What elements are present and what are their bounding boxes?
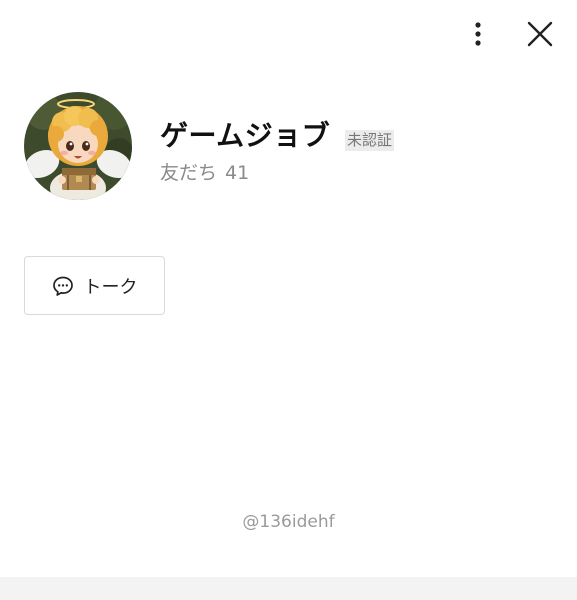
friends-count: 友だち 41	[160, 158, 249, 185]
profile-screen: ゲームジョブ 未認証 友だち 41 トーク @136idehf	[0, 0, 577, 600]
angel-character-avatar	[24, 92, 132, 200]
chat-bubble-icon	[52, 276, 73, 296]
vertical-ellipsis-icon	[475, 22, 481, 46]
close-button[interactable]	[522, 16, 558, 52]
talk-button[interactable]: トーク	[24, 256, 165, 315]
talk-label: トーク	[83, 276, 138, 298]
profile-name: ゲームジョブ	[160, 119, 331, 152]
profile-avatar[interactable]	[24, 92, 132, 200]
user-id: @136idehf	[242, 512, 335, 532]
more-options-button[interactable]	[462, 18, 494, 50]
unverified-badge: 未認証	[345, 130, 395, 151]
friends-label: 友だち	[160, 162, 218, 184]
close-icon	[527, 21, 553, 47]
friends-number: 41	[225, 162, 250, 184]
bottom-bar	[0, 577, 577, 600]
